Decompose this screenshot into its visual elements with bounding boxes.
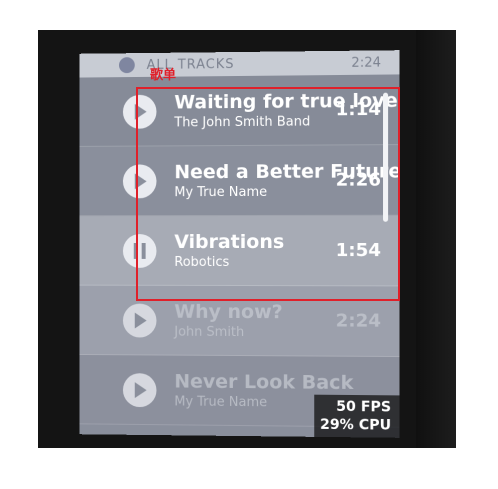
header-icon — [118, 57, 135, 74]
perf-monitor: 50 FPS 29% CPU — [314, 394, 400, 438]
track-duration: 2:24 — [335, 310, 381, 332]
list-header: ALL TRACKS 2:24 — [79, 50, 400, 78]
track-title: Never Look Back — [174, 370, 354, 394]
header-title: ALL TRACKS — [146, 56, 235, 73]
play-icon[interactable] — [122, 303, 157, 338]
annotation-label: 歌单 — [150, 68, 177, 83]
fps-readout: 50 FPS — [336, 398, 392, 416]
header-time: 2:24 — [351, 54, 381, 71]
play-icon[interactable] — [122, 372, 157, 407]
annotation-box — [136, 87, 400, 301]
cpu-readout: 29% CPU — [319, 416, 392, 434]
